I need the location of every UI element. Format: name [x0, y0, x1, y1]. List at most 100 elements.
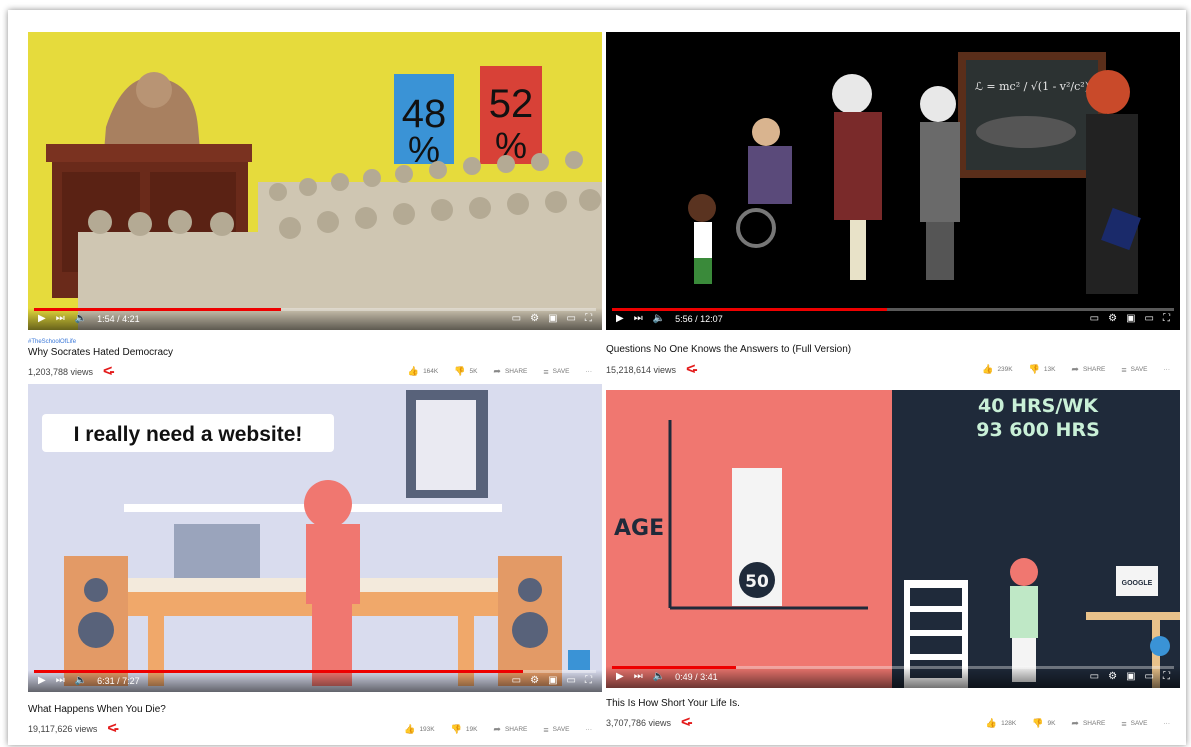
share-icon: ➦ [493, 366, 501, 376]
settings-icon[interactable]: ⚙ [1108, 314, 1117, 324]
more-button[interactable]: ··· [1164, 366, 1171, 373]
actions-row-4: 👍 128K 👎 9K ➦ SHARE ≡ SAVE ··· [986, 718, 1170, 729]
thumbs-down-icon: 👎 [1028, 364, 1040, 374]
captions-icon[interactable]: ▭ [512, 676, 521, 686]
view-count-4: 3,707,786 views [606, 718, 672, 728]
play-icon[interactable]: ▶ [38, 676, 46, 686]
next-icon[interactable]: ⏭ [634, 314, 643, 324]
more-button[interactable]: ··· [1164, 720, 1171, 727]
video-card-3: I really need a website! ▶ ⏭ 🔈 6:31 / 7:… [28, 384, 602, 737]
settings-icon[interactable]: ⚙ [530, 676, 539, 686]
actions-row-1: 👍 164K 👎 5K ➦ SHARE ≡ SAVE ··· [408, 366, 592, 377]
save-button[interactable]: ≡ SAVE [543, 725, 569, 735]
video-frame-website: I really need a website! [42, 390, 590, 686]
progress-bar-3[interactable] [34, 670, 596, 673]
age-value: 50 [745, 572, 769, 592]
dislike-button[interactable]: 👎 9K [1032, 718, 1055, 729]
like-button[interactable]: 👍 193K [404, 724, 434, 735]
dislike-button[interactable]: 👎 5K [454, 366, 477, 377]
volume-icon[interactable]: 🔈 [653, 314, 665, 324]
video-frame-life: AGE 50 40 HRS/WK 93 600 HRS GOOGLE [606, 390, 1180, 688]
miniplayer-icon[interactable]: ▣ [1126, 314, 1135, 324]
captions-icon[interactable]: ▭ [1090, 672, 1099, 682]
view-count-2: 15,218,614 views [606, 365, 677, 375]
red-arrow-icon: <- [686, 361, 698, 378]
thumbs-up-icon: 👍 [982, 364, 994, 374]
video-player-3[interactable]: I really need a website! ▶ ⏭ 🔈 6:31 / 7:… [28, 384, 602, 692]
actions-row-2: 👍 239K 👎 13K ➦ SHARE ≡ SAVE ··· [982, 364, 1170, 375]
share-icon: ➦ [493, 724, 501, 734]
video-title-3: What Happens When You Die? [28, 704, 166, 715]
captions-icon[interactable]: ▭ [1090, 314, 1099, 324]
progress-bar-4[interactable] [612, 666, 1174, 669]
hours-per-week-text: 40 HRS/WK [978, 395, 1099, 417]
player-controls-1: ▶ ⏭ 🔈 1:54 / 4:21 ▭ ⚙ ▣ ▭ ⛶ [28, 308, 602, 330]
video-player-1[interactable]: 48 % 52 % ▶ ⏭ 🔈 1:54 / 4:21 ▭ ⚙ ▣ ▭ ⛶ [28, 32, 602, 330]
save-button[interactable]: ≡ SAVE [1121, 719, 1147, 729]
red-arrow-icon: <- [681, 714, 693, 731]
settings-icon[interactable]: ⚙ [1108, 672, 1117, 682]
dislike-button[interactable]: 👎 13K [1029, 364, 1056, 375]
more-button[interactable]: ··· [586, 726, 593, 733]
play-icon[interactable]: ▶ [616, 672, 624, 682]
fullscreen-icon[interactable]: ⛶ [585, 676, 592, 686]
actions-row-3: 👍 193K 👎 19K ➦ SHARE ≡ SAVE ··· [404, 724, 592, 735]
like-button[interactable]: 👍 128K [986, 718, 1016, 729]
playlist-add-icon: ≡ [1121, 364, 1127, 375]
more-button[interactable]: ··· [586, 368, 593, 375]
like-button[interactable]: 👍 164K [408, 366, 438, 377]
fullscreen-icon[interactable]: ⛶ [1163, 314, 1170, 324]
progress-bar-2[interactable] [612, 308, 1174, 311]
views-row-2: 15,218,614 views <- [606, 361, 698, 379]
speech-bubble-text: I really need a website! [74, 423, 303, 446]
player-controls-4: ▶ ⏭ 🔈 0:49 / 3:41 ▭ ⚙ ▣ ▭ ⛶ [606, 666, 1180, 688]
miniplayer-icon[interactable]: ▣ [1126, 672, 1135, 682]
views-row-4: 3,707,786 views <- [606, 714, 693, 732]
dislike-button[interactable]: 👎 19K [451, 724, 478, 735]
red-arrow-icon: <- [107, 720, 119, 737]
thumbs-down-icon: 👎 [454, 366, 466, 376]
view-count-1: 1,203,788 views [28, 367, 94, 377]
save-button[interactable]: ≡ SAVE [1121, 365, 1147, 375]
next-icon[interactable]: ⏭ [634, 672, 643, 682]
share-icon: ➦ [1071, 718, 1079, 728]
video-title-4: This Is How Short Your Life Is. [606, 698, 740, 709]
channel-tag-1[interactable]: #TheSchoolOfLife [28, 339, 76, 345]
thumbs-up-icon: 👍 [985, 718, 998, 728]
theater-icon[interactable]: ▭ [567, 314, 576, 324]
captions-icon[interactable]: ▭ [512, 314, 521, 324]
save-button[interactable]: ≡ SAVE [543, 367, 569, 377]
thumbs-down-icon: 👎 [1032, 718, 1044, 728]
chalkboard-formula: ℒ = mc² / √(1 - v²/c²) [975, 80, 1089, 93]
fullscreen-icon[interactable]: ⛶ [1163, 672, 1170, 682]
next-icon[interactable]: ⏭ [56, 314, 65, 324]
miniplayer-icon[interactable]: ▣ [548, 314, 557, 324]
more-icon: ··· [585, 726, 593, 733]
volume-icon[interactable]: 🔈 [653, 672, 665, 682]
video-title-1: Why Socrates Hated Democracy [28, 347, 174, 358]
video-player-4[interactable]: AGE 50 40 HRS/WK 93 600 HRS GOOGLE ▶ ⏭ 🔈… [606, 390, 1180, 688]
share-button[interactable]: ➦ SHARE [493, 724, 527, 735]
share-button[interactable]: ➦ SHARE [493, 366, 527, 377]
more-icon: ··· [1163, 720, 1171, 727]
share-button[interactable]: ➦ SHARE [1071, 364, 1105, 375]
thumbs-up-icon: 👍 [404, 724, 416, 734]
next-icon[interactable]: ⏭ [56, 676, 65, 686]
share-button[interactable]: ➦ SHARE [1071, 718, 1105, 729]
time-display-3: 6:31 / 7:27 [97, 676, 140, 686]
more-icon: ··· [585, 368, 593, 375]
settings-icon[interactable]: ⚙ [530, 314, 539, 324]
theater-icon[interactable]: ▭ [1145, 314, 1154, 324]
theater-icon[interactable]: ▭ [567, 676, 576, 686]
volume-icon[interactable]: 🔈 [75, 676, 87, 686]
video-player-2[interactable]: ℒ = mc² / √(1 - v²/c²) ▶ ⏭ 🔈 5:56 / 12:0… [606, 32, 1180, 330]
volume-icon[interactable]: 🔈 [75, 314, 87, 324]
play-icon[interactable]: ▶ [616, 314, 624, 324]
fullscreen-icon[interactable]: ⛶ [585, 314, 592, 324]
theater-icon[interactable]: ▭ [1145, 672, 1154, 682]
progress-bar-1[interactable] [34, 308, 596, 311]
percent-right: 52 [489, 82, 534, 126]
miniplayer-icon[interactable]: ▣ [548, 676, 557, 686]
like-button[interactable]: 👍 239K [982, 364, 1012, 375]
play-icon[interactable]: ▶ [38, 314, 46, 324]
